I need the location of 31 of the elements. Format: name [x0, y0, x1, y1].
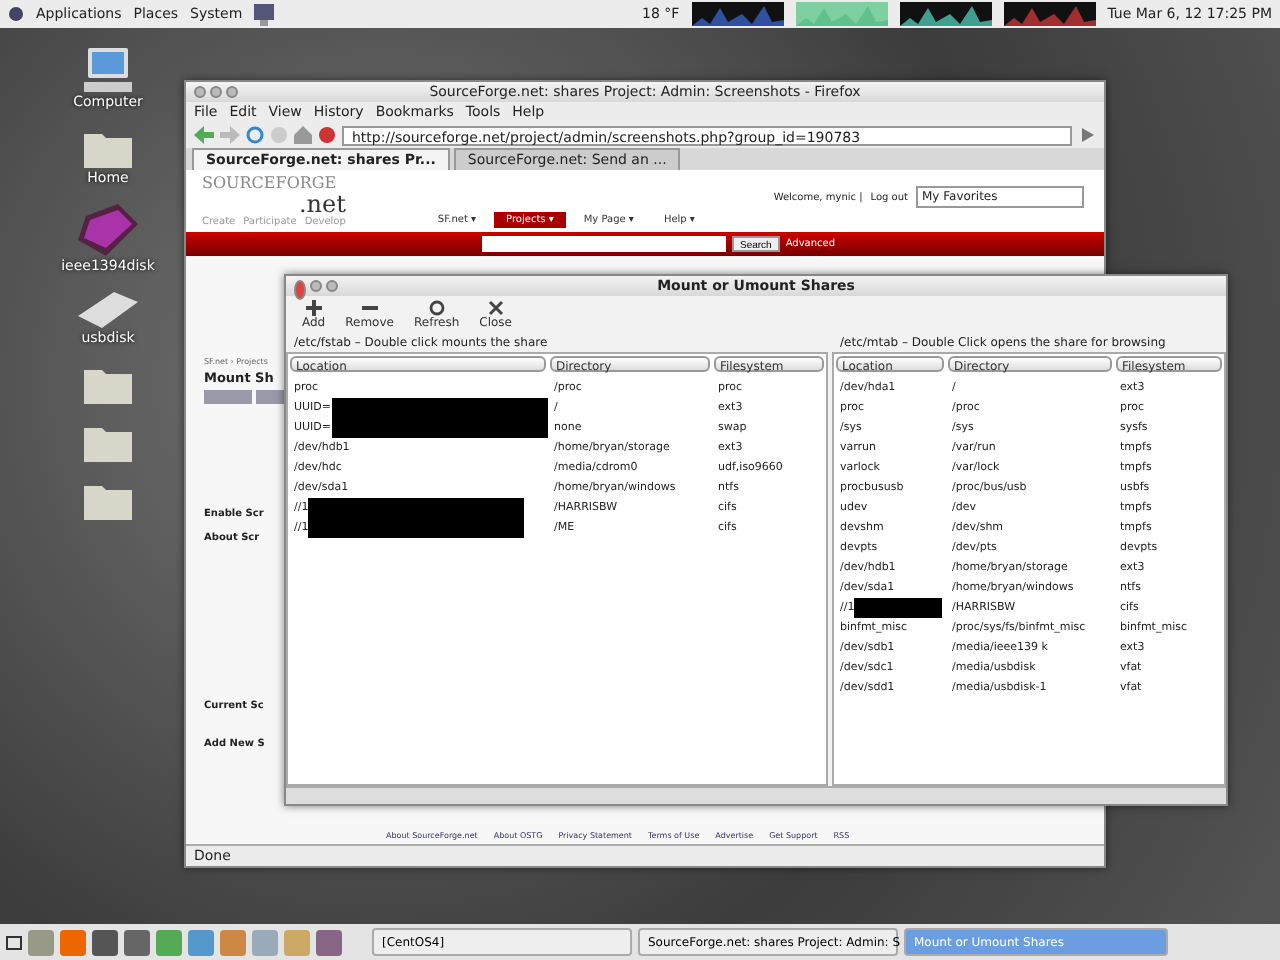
- refresh-icon: [427, 300, 446, 316]
- launcher-icon[interactable]: [92, 929, 118, 955]
- drive-icon: [78, 292, 138, 328]
- load-graph-icon: [1003, 2, 1096, 26]
- forward-arrow-icon[interactable]: [220, 126, 240, 144]
- launcher-icon[interactable]: [60, 929, 86, 955]
- horizontal-scrollbar[interactable]: [286, 786, 1226, 804]
- minus-icon: [361, 300, 378, 316]
- launcher-icon[interactable]: [188, 929, 214, 955]
- plus-icon: [305, 300, 322, 316]
- search-field[interactable]: [482, 236, 726, 252]
- folder-icon: [84, 480, 132, 520]
- computer-icon: [84, 48, 132, 92]
- folder-icon: [84, 128, 132, 168]
- home-icon[interactable]: [294, 126, 312, 144]
- close-icon: [487, 300, 504, 316]
- back-arrow-icon[interactable]: [194, 126, 214, 144]
- folder-icon: [84, 364, 132, 404]
- logo-text[interactable]: .net: [298, 192, 346, 216]
- monitor-icon[interactable]: [254, 2, 275, 26]
- load-graph-icon: [691, 2, 784, 26]
- load-graph-icon: [899, 2, 992, 26]
- launcher-icon[interactable]: [316, 929, 342, 955]
- go-arrow-icon[interactable]: [1078, 126, 1096, 144]
- folder-icon: [84, 422, 132, 462]
- launcher-icon[interactable]: [124, 929, 150, 955]
- logo-text[interactable]: SOURCEFORGE: [202, 176, 346, 192]
- load-graph-icon: [795, 2, 888, 26]
- show-desktop-icon[interactable]: [6, 935, 22, 949]
- circle-icon[interactable]: [318, 126, 336, 144]
- reload-icon[interactable]: [246, 126, 264, 144]
